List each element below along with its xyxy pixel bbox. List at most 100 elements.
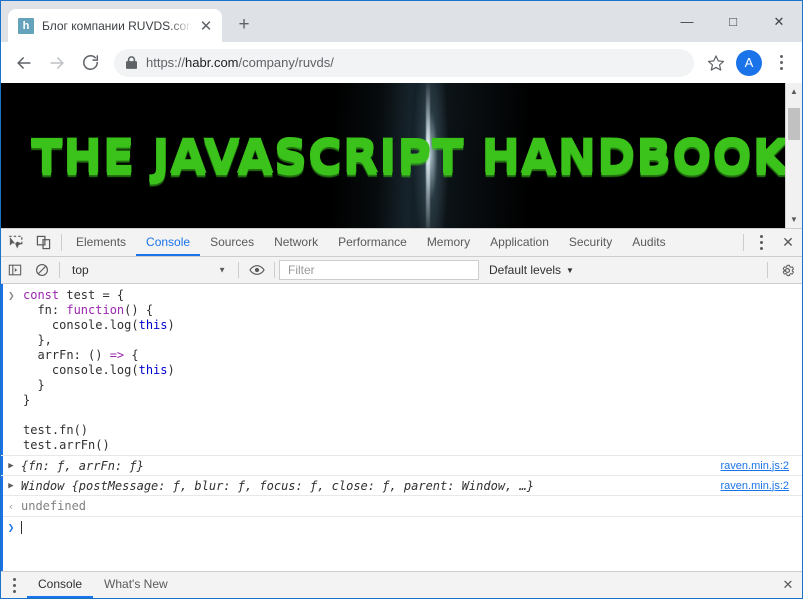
vertical-scroll-thumb[interactable] (788, 108, 800, 140)
code-token: } (23, 378, 45, 392)
source-link[interactable]: raven.min.js:2 (721, 460, 802, 472)
disclosure-triangle-icon[interactable]: ▶ (1, 461, 21, 471)
close-icon[interactable]: ✕ (196, 16, 216, 36)
maximize-icon[interactable]: □ (710, 1, 756, 42)
devtools-drawer: Console What's New ✕ (1, 571, 802, 598)
code-token: test (66, 288, 103, 302)
url-scheme: https:// (146, 55, 186, 70)
console-sidebar-toggle-icon[interactable] (1, 257, 28, 283)
prompt-arrow-icon: ❯ (8, 289, 15, 302)
page-vertical-scrollbar[interactable]: ▲ ▼ (785, 83, 802, 228)
back-icon[interactable] (9, 48, 39, 78)
url-host: habr.com (185, 55, 239, 70)
tab-security[interactable]: Security (559, 229, 622, 256)
code-token: const (23, 288, 67, 302)
avatar[interactable]: A (736, 49, 762, 76)
drawer-menu-icon[interactable] (1, 572, 27, 598)
code-token: fn: (23, 303, 67, 317)
inspect-element-icon[interactable] (1, 229, 29, 256)
filterbar-divider-3 (274, 262, 275, 278)
tab-network[interactable]: Network (264, 229, 328, 256)
bookmark-star-icon[interactable] (702, 49, 730, 77)
lock-icon (126, 56, 137, 69)
chrome-menu-icon[interactable] (768, 49, 794, 77)
forward-icon[interactable] (42, 48, 72, 78)
code-line: fn: function() { (23, 303, 802, 318)
code-token: () { (124, 303, 154, 317)
devtools-menu-icon[interactable] (748, 229, 774, 256)
code-line: } (23, 378, 802, 393)
console-output-row-1[interactable]: ▶ {fn: ƒ, arrFn: ƒ} raven.min.js:2 (1, 455, 802, 475)
live-expression-eye-icon[interactable] (243, 257, 270, 283)
console-filter-input[interactable]: Filter (279, 260, 479, 280)
browser-tab[interactable]: h Блог компании RUVDS.com / Ха ✕ (8, 9, 222, 42)
console-output-row-2[interactable]: ▶ Window {postMessage: ƒ, blur: ƒ, focus… (1, 475, 802, 495)
console-output[interactable]: ❯ const test = { fn: function() { consol… (1, 284, 802, 571)
code-token: test.fn() (23, 423, 89, 437)
close-window-icon[interactable]: ✕ (756, 1, 802, 42)
console-input-echo: ❯ const test = { fn: function() { consol… (1, 284, 802, 455)
toggle-device-toolbar-icon[interactable] (29, 229, 57, 256)
filterbar-divider-2 (238, 262, 239, 278)
console-prompt-row[interactable]: ❯ (1, 516, 802, 538)
console-code-block: const test = { fn: function() { console.… (1, 288, 802, 453)
execution-context-select[interactable]: top ▼ (64, 257, 234, 283)
console-filter-bar: top ▼ Filter Default levels ▼ (1, 257, 802, 284)
browser-toolbar: https://habr.com/company/ruvds/ A (1, 42, 802, 83)
source-link-2[interactable]: raven.min.js:2 (721, 480, 802, 492)
tab-performance[interactable]: Performance (328, 229, 417, 256)
devtools-tabbar: Elements Console Sources Network Perform… (1, 229, 802, 257)
page-viewport: THE JAVASCRIPT HANDBOOK ▲ ▼ (1, 83, 802, 228)
code-token: this (138, 318, 168, 332)
prompt-arrow-icon-active: ❯ (7, 521, 15, 534)
execution-context-value: top (72, 263, 89, 277)
console-object-preview-2: Window {postMessage: ƒ, blur: ƒ, focus: … (21, 478, 534, 493)
code-line: const test = { (23, 288, 802, 303)
devtools-close-icon[interactable]: ✕ (774, 229, 802, 256)
code-line: } (23, 393, 802, 408)
tab-elements[interactable]: Elements (66, 229, 136, 256)
console-result-value: undefined (21, 499, 87, 513)
tab-audits[interactable]: Audits (622, 229, 675, 256)
tabbar-spacer (676, 229, 739, 256)
code-token: = { (102, 288, 125, 302)
drawer-spacer (179, 572, 774, 598)
address-bar[interactable]: https://habr.com/company/ruvds/ (114, 48, 694, 77)
drawer-close-icon[interactable]: ✕ (774, 572, 802, 598)
return-arrow-icon: ‹ (7, 499, 15, 513)
clear-console-icon[interactable] (28, 257, 55, 283)
code-line: arrFn: () => { (23, 348, 802, 363)
drawer-tab-console[interactable]: Console (27, 572, 94, 598)
code-line: console.log(this) (23, 363, 802, 378)
code-line: test.fn() (23, 423, 802, 438)
code-token: } (23, 393, 31, 407)
log-levels-select[interactable]: Default levels ▼ (479, 257, 584, 283)
scroll-up-icon[interactable]: ▲ (786, 83, 802, 100)
tab-console[interactable]: Console (136, 229, 201, 256)
javascript-handbook-banner: THE JAVASCRIPT HANDBOOK (31, 83, 785, 228)
browser-window: h Блог компании RUVDS.com / Ха ✕ + — □ ✕… (0, 0, 803, 599)
code-token: arrFn: () (23, 348, 110, 362)
code-token: ) (167, 318, 175, 332)
tabbar-divider-right (743, 234, 744, 251)
code-token: function (66, 303, 125, 317)
disclosure-triangle-icon-2[interactable]: ▶ (1, 481, 21, 491)
tab-sources[interactable]: Sources (200, 229, 264, 256)
text-caret (21, 521, 22, 534)
chevron-down-icon: ▼ (218, 265, 226, 275)
gear-icon[interactable] (772, 257, 802, 283)
url-path: /company/ruvds/ (238, 55, 334, 70)
minimize-icon[interactable]: — (664, 1, 710, 42)
code-token: }, (23, 333, 52, 347)
scroll-down-icon[interactable]: ▼ (786, 211, 802, 228)
code-token: console.log( (23, 363, 139, 377)
reload-icon[interactable] (75, 48, 105, 78)
drawer-tab-whats-new[interactable]: What's New (93, 572, 179, 598)
new-tab-button[interactable]: + (230, 11, 258, 39)
chevron-down-icon-levels: ▼ (566, 265, 574, 275)
console-result-row: ‹ undefined (1, 495, 802, 516)
tab-application[interactable]: Application (480, 229, 559, 256)
banner-title: THE JAVASCRIPT HANDBOOK (31, 128, 785, 183)
window-controls: — □ ✕ (664, 1, 802, 42)
tab-memory[interactable]: Memory (417, 229, 480, 256)
